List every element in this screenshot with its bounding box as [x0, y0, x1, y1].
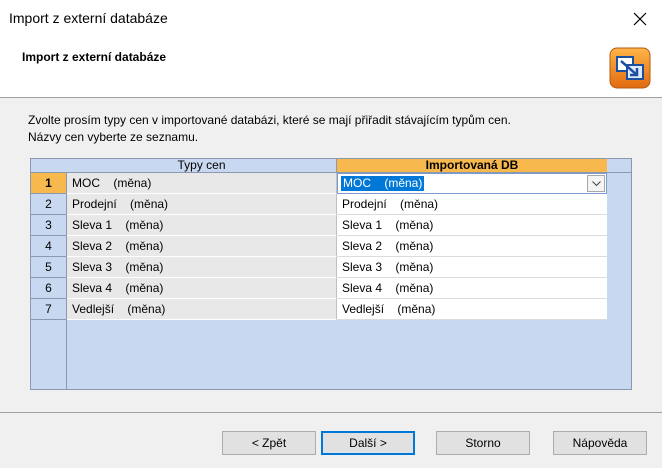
corner-header	[31, 159, 67, 173]
wizard-content: Zvolte prosím typy cen v importované dat…	[0, 98, 662, 412]
price-type-cell: Sleva 2 (měna)	[67, 236, 337, 257]
help-button[interactable]: Nápověda	[553, 431, 647, 455]
column-header-price-types[interactable]: Typy cen	[67, 159, 337, 173]
row-number[interactable]: 2	[31, 194, 67, 215]
cancel-button[interactable]: Storno	[436, 431, 530, 455]
row-number[interactable]: 6	[31, 278, 67, 299]
imported-db-cell[interactable]: Sleva 1 (měna)	[337, 215, 607, 236]
imported-db-combobox[interactable]: MOC (měna)	[337, 173, 607, 194]
imported-db-cell[interactable]: Sleva 2 (měna)	[337, 236, 607, 257]
table-row[interactable]: 3 Sleva 1 (měna) Sleva 1 (měna)	[31, 215, 607, 236]
instruction-line-1: Zvolte prosím typy cen v importované dat…	[28, 113, 511, 127]
price-type-cell: Sleva 4 (měna)	[67, 278, 337, 299]
row-number[interactable]: 1	[31, 173, 67, 194]
imported-db-cell[interactable]: Prodejní (měna)	[337, 194, 607, 215]
row-number[interactable]: 3	[31, 215, 67, 236]
title-bar: Import z externí databáze	[0, 0, 662, 36]
back-button[interactable]: < Zpět	[222, 431, 316, 455]
price-type-cell: Sleva 3 (měna)	[67, 257, 337, 278]
price-mapping-grid[interactable]: Typy cen Importovaná DB 1 MOC (měna) MOC (…	[30, 158, 632, 390]
imported-db-cell[interactable]: Sleva 3 (měna)	[337, 257, 607, 278]
table-row[interactable]: 4 Sleva 2 (měna) Sleva 2 (měna)	[31, 236, 607, 257]
row-number[interactable]: 7	[31, 299, 67, 320]
next-button[interactable]: Další >	[321, 431, 415, 455]
close-icon[interactable]	[628, 7, 652, 31]
price-type-cell: Prodejní (měna)	[67, 194, 337, 215]
table-row[interactable]: 2 Prodejní (měna) Prodejní (měna)	[31, 194, 607, 215]
price-type-cell: Sleva 1 (měna)	[67, 215, 337, 236]
instruction-line-2: Názvy cen vyberte ze seznamu.	[28, 130, 199, 144]
instructions: Zvolte prosím typy cen v importované dat…	[28, 112, 511, 146]
table-row[interactable]: 5 Sleva 3 (měna) Sleva 3 (měna)	[31, 257, 607, 278]
price-type-cell: Vedlejší (měna)	[67, 299, 337, 320]
row-number[interactable]: 4	[31, 236, 67, 257]
wizard-header: Import z externí databáze	[0, 36, 662, 98]
table-row[interactable]: 6 Sleva 4 (měna) Sleva 4 (měna)	[31, 278, 607, 299]
imported-db-cell[interactable]: Vedlejší (měna)	[337, 299, 607, 320]
page-title: Import z externí databáze	[22, 50, 167, 64]
column-header-imported-db[interactable]: Importovaná DB	[337, 159, 607, 173]
imported-db-cell[interactable]: Sleva 4 (měna)	[337, 278, 607, 299]
header-filler	[607, 159, 631, 173]
row-number[interactable]: 5	[31, 257, 67, 278]
window-title: Import z externí databáze	[9, 10, 168, 26]
button-bar: < Zpět Další > Storno Nápověda	[0, 412, 662, 468]
table-row[interactable]: 7 Vedlejší (měna) Vedlejší (měna)	[31, 299, 607, 320]
price-type-cell: MOC (měna)	[67, 173, 337, 194]
chevron-down-icon[interactable]	[587, 175, 605, 192]
combobox-selected-text[interactable]: MOC (měna)	[341, 176, 425, 191]
table-row[interactable]: 1 MOC (měna) MOC (měna)	[31, 173, 607, 194]
import-database-icon	[608, 46, 652, 90]
